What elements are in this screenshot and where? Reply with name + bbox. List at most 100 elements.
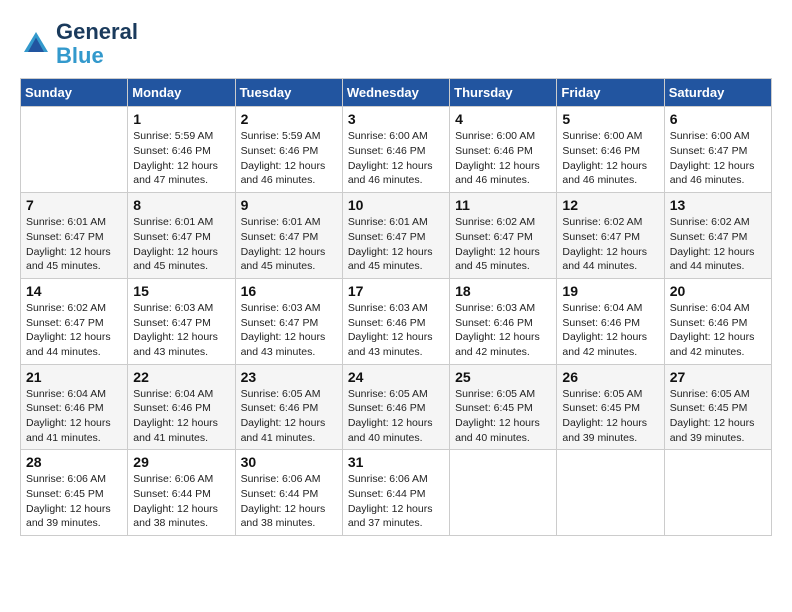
day-number: 4 [455, 111, 551, 127]
calendar-cell: 29Sunrise: 6:06 AM Sunset: 6:44 PM Dayli… [128, 450, 235, 536]
day-number: 3 [348, 111, 444, 127]
calendar-week-row: 14 Sunrise: 6:02 AM Sunset: 6:47 PM Dayli… [21, 278, 772, 364]
calendar-cell: 7 Sunrise: 6:01 AM Sunset: 6:47 PM Daylig… [21, 193, 128, 279]
day-number: 26 [562, 369, 658, 385]
page-header: GeneralBlue [20, 20, 772, 68]
day-number: 22 [133, 369, 229, 385]
day-info: Sunrise: 6:03 AM Sunset: 6:47 PM Dayligh… [241, 301, 337, 360]
calendar-cell [557, 450, 664, 536]
weekday-header-friday: Friday [557, 79, 664, 107]
calendar-cell [664, 450, 771, 536]
day-info: Sunrise: 6:03 AM Sunset: 6:47 PM Dayligh… [133, 301, 229, 360]
weekday-header-wednesday: Wednesday [342, 79, 449, 107]
day-info: Sunrise: 6:04 AM Sunset: 6:46 PM Dayligh… [562, 301, 658, 360]
day-info: Sunrise: 6:04 AM Sunset: 6:46 PM Dayligh… [26, 387, 122, 446]
day-number: 6 [670, 111, 766, 127]
calendar-cell: 2 Sunrise: 5:59 AM Sunset: 6:46 PM Daylig… [235, 107, 342, 193]
day-info: Sunrise: 6:06 AM Sunset: 6:44 PM Dayligh… [133, 472, 229, 531]
logo: GeneralBlue [20, 20, 138, 68]
day-number: 23 [241, 369, 337, 385]
day-number: 5 [562, 111, 658, 127]
day-info: Sunrise: 6:05 AM Sunset: 6:45 PM Dayligh… [455, 387, 551, 446]
weekday-header-sunday: Sunday [21, 79, 128, 107]
day-number: 2 [241, 111, 337, 127]
calendar-cell: 25 Sunrise: 6:05 AM Sunset: 6:45 PM Dayli… [450, 364, 557, 450]
day-number: 25 [455, 369, 551, 385]
day-info: Sunrise: 6:02 AM Sunset: 6:47 PM Dayligh… [455, 215, 551, 274]
day-info: Sunrise: 6:06 AM Sunset: 6:45 PM Dayligh… [26, 472, 122, 531]
weekday-header-monday: Monday [128, 79, 235, 107]
day-info: Sunrise: 6:01 AM Sunset: 6:47 PM Dayligh… [26, 215, 122, 274]
day-info: Sunrise: 6:05 AM Sunset: 6:45 PM Dayligh… [670, 387, 766, 446]
day-number: 16 [241, 283, 337, 299]
day-number: 31 [348, 454, 444, 470]
day-number: 27 [670, 369, 766, 385]
day-info: Sunrise: 6:00 AM Sunset: 6:46 PM Dayligh… [562, 129, 658, 188]
calendar-cell: 27 Sunrise: 6:05 AM Sunset: 6:45 PM Dayli… [664, 364, 771, 450]
calendar-week-row: 7 Sunrise: 6:01 AM Sunset: 6:47 PM Daylig… [21, 193, 772, 279]
calendar-cell: 20 Sunrise: 6:04 AM Sunset: 6:46 PM Dayli… [664, 278, 771, 364]
calendar-cell: 1Sunrise: 5:59 AM Sunset: 6:46 PM Daylig… [128, 107, 235, 193]
day-number: 19 [562, 283, 658, 299]
day-info: Sunrise: 6:02 AM Sunset: 6:47 PM Dayligh… [26, 301, 122, 360]
calendar-cell: 4 Sunrise: 6:00 AM Sunset: 6:46 PM Daylig… [450, 107, 557, 193]
day-number: 17 [348, 283, 444, 299]
calendar-cell: 3Sunrise: 6:00 AM Sunset: 6:46 PM Daylig… [342, 107, 449, 193]
calendar-cell: 23Sunrise: 6:05 AM Sunset: 6:46 PM Dayli… [235, 364, 342, 450]
day-info: Sunrise: 6:00 AM Sunset: 6:46 PM Dayligh… [455, 129, 551, 188]
day-info: Sunrise: 6:01 AM Sunset: 6:47 PM Dayligh… [241, 215, 337, 274]
calendar-cell: 30 Sunrise: 6:06 AM Sunset: 6:44 PM Dayli… [235, 450, 342, 536]
weekday-header-thursday: Thursday [450, 79, 557, 107]
day-info: Sunrise: 5:59 AM Sunset: 6:46 PM Dayligh… [241, 129, 337, 188]
day-info: Sunrise: 5:59 AM Sunset: 6:46 PM Dayligh… [133, 129, 229, 188]
day-number: 30 [241, 454, 337, 470]
calendar-cell: 13 Sunrise: 6:02 AM Sunset: 6:47 PM Dayli… [664, 193, 771, 279]
weekday-header-row: SundayMondayTuesdayWednesdayThursdayFrid… [21, 79, 772, 107]
day-number: 9 [241, 197, 337, 213]
calendar-cell: 6 Sunrise: 6:00 AM Sunset: 6:47 PM Daylig… [664, 107, 771, 193]
logo-icon [20, 28, 52, 60]
calendar-cell: 18Sunrise: 6:03 AM Sunset: 6:46 PM Dayli… [450, 278, 557, 364]
day-info: Sunrise: 6:00 AM Sunset: 6:47 PM Dayligh… [670, 129, 766, 188]
day-number: 24 [348, 369, 444, 385]
weekday-header-saturday: Saturday [664, 79, 771, 107]
day-info: Sunrise: 6:06 AM Sunset: 6:44 PM Dayligh… [348, 472, 444, 531]
logo-text: GeneralBlue [56, 20, 138, 68]
day-info: Sunrise: 6:02 AM Sunset: 6:47 PM Dayligh… [562, 215, 658, 274]
day-number: 13 [670, 197, 766, 213]
calendar-cell: 22 Sunrise: 6:04 AM Sunset: 6:46 PM Dayli… [128, 364, 235, 450]
day-info: Sunrise: 6:02 AM Sunset: 6:47 PM Dayligh… [670, 215, 766, 274]
day-number: 21 [26, 369, 122, 385]
calendar-cell: 28 Sunrise: 6:06 AM Sunset: 6:45 PM Dayli… [21, 450, 128, 536]
day-number: 12 [562, 197, 658, 213]
calendar-cell [450, 450, 557, 536]
calendar-cell: 8Sunrise: 6:01 AM Sunset: 6:47 PM Daylig… [128, 193, 235, 279]
calendar-cell: 11 Sunrise: 6:02 AM Sunset: 6:47 PM Dayli… [450, 193, 557, 279]
day-info: Sunrise: 6:04 AM Sunset: 6:46 PM Dayligh… [133, 387, 229, 446]
calendar-table: SundayMondayTuesdayWednesdayThursdayFrid… [20, 78, 772, 536]
day-info: Sunrise: 6:06 AM Sunset: 6:44 PM Dayligh… [241, 472, 337, 531]
calendar-cell: 14 Sunrise: 6:02 AM Sunset: 6:47 PM Dayli… [21, 278, 128, 364]
day-number: 7 [26, 197, 122, 213]
calendar-cell: 31 Sunrise: 6:06 AM Sunset: 6:44 PM Dayli… [342, 450, 449, 536]
calendar-cell: 12 Sunrise: 6:02 AM Sunset: 6:47 PM Dayli… [557, 193, 664, 279]
day-number: 14 [26, 283, 122, 299]
day-number: 11 [455, 197, 551, 213]
day-info: Sunrise: 6:04 AM Sunset: 6:46 PM Dayligh… [670, 301, 766, 360]
day-number: 20 [670, 283, 766, 299]
day-number: 28 [26, 454, 122, 470]
day-info: Sunrise: 6:05 AM Sunset: 6:45 PM Dayligh… [562, 387, 658, 446]
calendar-cell: 9 Sunrise: 6:01 AM Sunset: 6:47 PM Daylig… [235, 193, 342, 279]
calendar-week-row: 21 Sunrise: 6:04 AM Sunset: 6:46 PM Dayli… [21, 364, 772, 450]
calendar-cell: 21 Sunrise: 6:04 AM Sunset: 6:46 PM Dayli… [21, 364, 128, 450]
day-info: Sunrise: 6:03 AM Sunset: 6:46 PM Dayligh… [348, 301, 444, 360]
day-number: 18 [455, 283, 551, 299]
calendar-cell [21, 107, 128, 193]
calendar-cell: 10Sunrise: 6:01 AM Sunset: 6:47 PM Dayli… [342, 193, 449, 279]
calendar-week-row: 28 Sunrise: 6:06 AM Sunset: 6:45 PM Dayli… [21, 450, 772, 536]
weekday-header-tuesday: Tuesday [235, 79, 342, 107]
calendar-cell: 24Sunrise: 6:05 AM Sunset: 6:46 PM Dayli… [342, 364, 449, 450]
calendar-week-row: 1Sunrise: 5:59 AM Sunset: 6:46 PM Daylig… [21, 107, 772, 193]
day-info: Sunrise: 6:01 AM Sunset: 6:47 PM Dayligh… [348, 215, 444, 274]
calendar-cell: 5 Sunrise: 6:00 AM Sunset: 6:46 PM Daylig… [557, 107, 664, 193]
